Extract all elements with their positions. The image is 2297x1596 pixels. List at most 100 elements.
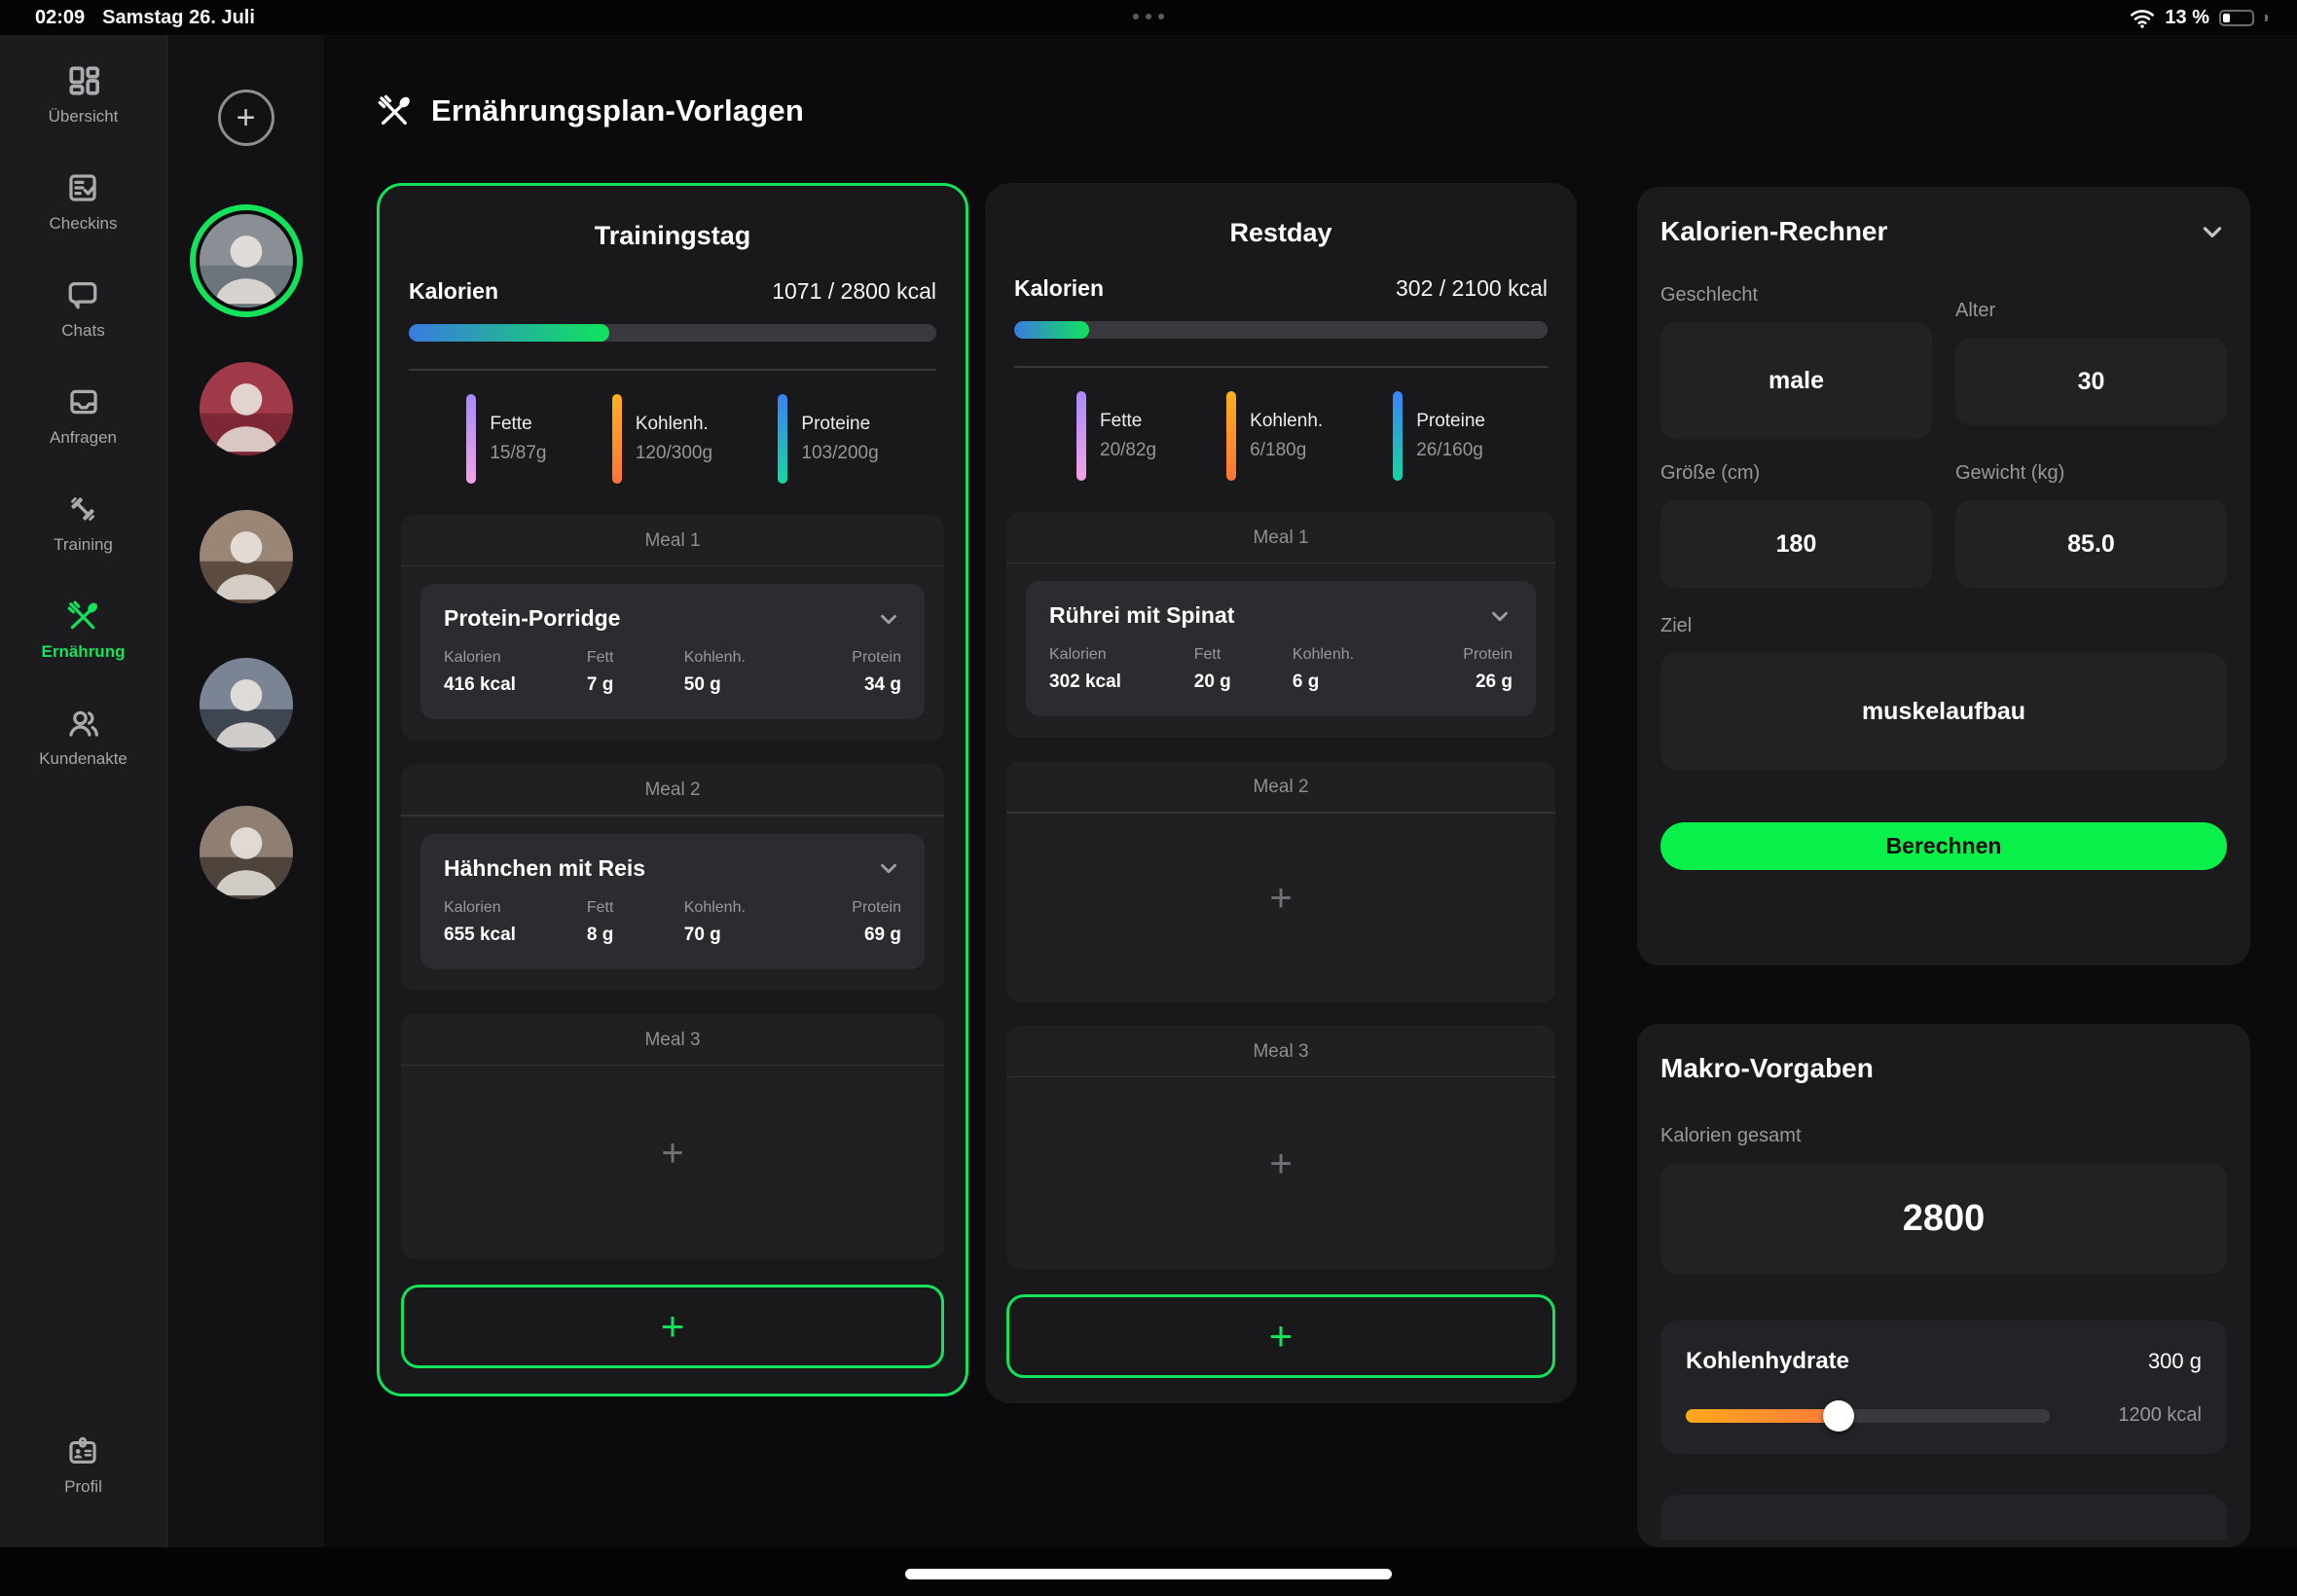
calorie-label: Kalorien [1014,275,1104,302]
slider-knob[interactable] [1823,1400,1854,1432]
meal-stats: Kalorien302 kcal Fett20 g Kohlenh.6 g Pr… [1049,646,1513,693]
macro-label: Proteine [801,414,878,435]
meal-slot-title: Meal 1 [401,515,944,565]
gewicht-input[interactable]: 85.0 [1955,500,2227,588]
meal-item[interactable]: Rührei mit Spinat Kalorien302 kcal Fett2… [1026,581,1536,716]
client-avatar[interactable] [200,806,293,899]
sidebar-item-label: Training [54,535,113,555]
panel-header: Makro-Vorgaben [1660,1053,2227,1084]
client-avatar[interactable] [200,510,293,603]
status-bar: 02:09 Samstag 26. Juli 13 % [0,0,2297,35]
macro-label: Kohlenh. [636,414,712,435]
macro-value: 120/300g [636,443,712,464]
fette-pill [466,394,476,484]
total-calories-input[interactable]: 2800 [1660,1163,2227,1274]
plus-icon: + [1269,1313,1294,1360]
calculator-form-row-1: Geschlecht male Alter 30 [1660,284,2227,439]
kohlenhydrate-slider[interactable] [1686,1409,2050,1423]
battery-icon [2219,10,2254,26]
add-meal-button[interactable]: + [401,1285,944,1368]
add-client-button[interactable]: + [218,90,274,146]
utensils-icon [377,93,412,128]
kohlenhydrate-pill [1226,391,1236,481]
chevron-down-icon[interactable] [876,606,901,632]
meal-slot-title: Meal 2 [401,764,944,815]
meal-slot-3: Meal 3 + [401,1014,944,1260]
stat-label: Fett [587,649,684,667]
macro-value: 15/87g [490,443,546,464]
empty-meal-slot[interactable]: + [401,1066,944,1242]
sidebar-item-checkins[interactable]: Checkins [50,171,118,234]
nav-sidebar: Übersicht Checkins Chats Anfragen Traini… [0,35,166,1547]
app-screen: 02:09 Samstag 26. Juli 13 % Übersicht Ch… [0,0,2297,1596]
battery-percent: 13 % [2165,7,2209,29]
macro-label: Fette [490,414,546,435]
berechnen-button[interactable]: Berechnen [1660,822,2227,870]
stat-value: 655 kcal [444,925,587,946]
stat-label: Kohlenh. [684,899,804,917]
client-avatar[interactable] [200,362,293,455]
plan-title: Restday [1006,218,1555,248]
plan-card-restday[interactable]: Restday Kalorien 302 / 2100 kcal Fette 2… [985,183,1577,1403]
sidebar-item-label: Ernährung [42,642,126,662]
empty-meal-slot[interactable]: + [1006,1077,1555,1251]
wifi-icon [2130,5,2155,30]
sidebar-item-label: Kundenakte [39,749,128,769]
chevron-down-icon[interactable] [2198,217,2227,246]
add-meal-button[interactable]: + [1006,1294,1555,1378]
sidebar-item-profil[interactable]: Profil [64,1434,102,1497]
alter-input[interactable]: 30 [1955,338,2227,425]
meal-item[interactable]: Protein-Porridge Kalorien416 kcal Fett7 … [420,584,925,719]
meal-slot-title: Meal 3 [1006,1026,1555,1076]
sidebar-item-ernaehrung[interactable]: Ernährung [42,599,126,662]
stat-value: 70 g [684,925,804,946]
kohlenhydrate-pill [612,394,622,484]
calorie-progressbar [1014,321,1548,339]
groesse-input[interactable]: 180 [1660,500,1932,588]
sidebar-item-anfragen[interactable]: Anfragen [50,385,117,448]
stat-value: 50 g [684,674,804,696]
client-rail: + [166,35,324,1547]
geschlecht-select[interactable]: male [1660,322,1932,439]
sidebar-item-training[interactable]: Training [54,492,113,555]
sidebar-item-uebersicht[interactable]: Übersicht [49,64,119,127]
sidebar-item-chats[interactable]: Chats [61,278,104,341]
meal-name: Hähnchen mit Reis [444,855,645,882]
multitask-dots-icon[interactable] [1133,14,1164,19]
plus-icon: + [1269,877,1292,921]
macro-value: 6/180g [1250,440,1323,461]
id-badge-icon [66,1434,99,1468]
meal-slot-title: Meal 2 [1006,761,1555,812]
meal-slot-3: Meal 3 + [1006,1026,1555,1270]
macro-value: 20/82g [1100,440,1156,461]
page-header: Ernährungsplan-Vorlagen [377,93,804,128]
plus-icon: + [661,1303,685,1350]
stat-value: 34 g [804,674,901,696]
plan-card-trainingstag[interactable]: Trainingstag Kalorien 1071 / 2800 kcal F… [377,183,968,1396]
page-title: Ernährungsplan-Vorlagen [431,93,804,128]
users-icon [67,707,100,740]
bottom-bar [0,1547,2297,1596]
sidebar-item-kundenakte[interactable]: Kundenakte [39,707,128,769]
divider [401,565,944,567]
stat-value: 8 g [587,925,684,946]
divider [1006,562,1555,564]
macro-summary: Fette 15/87g Kohlenh. 120/300g Proteine [401,394,944,484]
calculator-goal: Ziel muskelaufbau [1660,615,2227,770]
clock: 02:09 [35,7,85,29]
macro-proteine: Proteine 103/200g [778,394,878,484]
ziel-select[interactable]: muskelaufbau [1660,653,2227,770]
dumbbell-icon [66,492,99,526]
chevron-down-icon[interactable] [1487,603,1513,629]
macro-proteine: Proteine 26/160g [1393,391,1485,481]
macro-kohlenhydrate: Kohlenh. 6/180g [1226,391,1323,481]
meal-item[interactable]: Hähnchen mit Reis Kalorien655 kcal Fett8… [420,834,925,969]
plus-icon: + [237,101,256,134]
client-avatar[interactable] [200,658,293,751]
empty-meal-slot[interactable]: + [1006,814,1555,985]
meal-slot-1: Meal 1 Rührei mit Spinat Kalorien302 kca… [1006,512,1555,739]
home-indicator[interactable] [905,1569,1392,1579]
meal-slot-2: Meal 2 Hähnchen mit Reis Kalorien655 kca… [401,764,944,991]
client-avatar-selected[interactable] [200,214,293,308]
chevron-down-icon[interactable] [876,855,901,881]
